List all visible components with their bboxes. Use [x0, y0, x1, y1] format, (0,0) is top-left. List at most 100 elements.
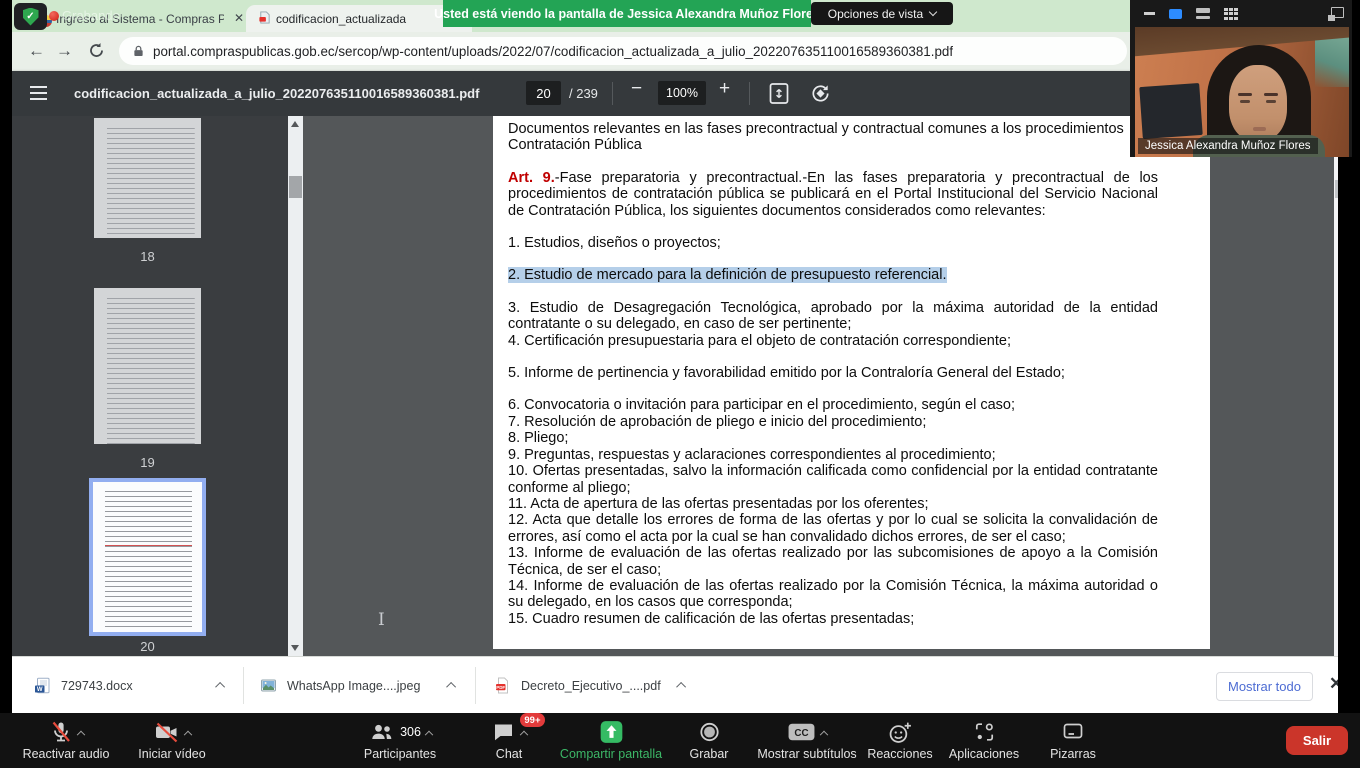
svg-text:PDF: PDF — [496, 685, 505, 690]
reactions-icon — [887, 720, 913, 745]
doc-item-4: 4. Certificación presupuestaria para el … — [508, 333, 1158, 349]
control-record[interactable]: Grabar — [676, 718, 742, 761]
pdf-filename: codificacion_actualizada_a_julio_2022076… — [74, 86, 504, 101]
captions-icon-row: CC — [787, 718, 827, 746]
thumbnail-page-19[interactable] — [94, 288, 201, 444]
apps-icon — [972, 720, 997, 744]
zoom-toolbar: Reactivar audio Iniciar vídeo 306 Participa… — [0, 713, 1360, 768]
control-audio[interactable]: Reactivar audio — [10, 718, 122, 761]
doc-item-15: 15. Cuadro resumen de calificación de la… — [508, 611, 1158, 627]
leave-meeting-button[interactable]: Salir — [1286, 726, 1348, 755]
control-label: Reactivar audio — [23, 747, 110, 761]
recording-dot-icon — [49, 11, 59, 21]
control-whiteboard[interactable]: Pizarras — [1032, 718, 1114, 761]
control-chat[interactable]: 99+Chat — [470, 718, 548, 761]
video-icon-row — [153, 718, 191, 746]
doc-item-7: 7. Resolución de aprobación de pliego e … — [508, 414, 1158, 430]
back-button[interactable]: ← — [28, 41, 45, 61]
active-view-icon[interactable] — [1169, 9, 1182, 19]
padlock-icon — [133, 44, 144, 58]
chevron-up-icon[interactable] — [446, 682, 456, 692]
video-window-controls — [1130, 0, 1352, 27]
chevron-down-icon — [929, 8, 937, 16]
zoom-level-input[interactable]: 100% — [658, 81, 706, 105]
participant-count: 306 — [400, 725, 421, 739]
fit-page-button[interactable] — [768, 82, 790, 105]
toolbar-divider — [612, 82, 613, 105]
control-video[interactable]: Iniciar vídeo — [124, 718, 220, 761]
share-icon-row — [598, 718, 625, 746]
view-options-button[interactable]: Opciones de vista — [811, 2, 953, 25]
show-all-downloads-button[interactable]: Mostrar todo — [1216, 672, 1313, 701]
rotate-button[interactable] — [809, 82, 832, 105]
chevron-up-icon[interactable] — [76, 731, 84, 739]
download-item-image[interactable]: WhatsApp Image....jpeg — [252, 670, 464, 701]
doc-item-14: 14. Informe de evaluación de las ofertas… — [508, 578, 1158, 611]
chevron-up-icon[interactable] — [820, 731, 828, 739]
control-apps[interactable]: Aplicaciones — [940, 718, 1028, 761]
chevron-up-icon[interactable] — [184, 731, 192, 739]
download-file-name: 729743.docx — [61, 679, 208, 693]
popout-view-icon[interactable] — [1331, 7, 1344, 18]
tab1-close-icon[interactable]: ✕ — [234, 11, 244, 25]
sidebar-scroll-thumb[interactable] — [289, 176, 302, 198]
control-participants[interactable]: 306 Participantes — [348, 718, 452, 761]
zoom-meeting-screen: Ingreso al Sistema - Compras Púb ✕ codif… — [0, 0, 1360, 768]
download-item-docx[interactable]: W729743.docx — [26, 670, 233, 701]
sidebar-scrollbar[interactable] — [288, 116, 303, 656]
control-reactions[interactable]: Reacciones — [860, 718, 940, 761]
reactions-icon-row — [887, 718, 913, 746]
url-text: portal.compraspublicas.gob.ec/sercop/wp-… — [153, 44, 953, 59]
menu-icon[interactable] — [30, 86, 47, 100]
pdf-viewer: 181920 Documentos relevantes en las fase… — [12, 116, 1349, 656]
control-label: Participantes — [364, 747, 436, 761]
control-label: Chat — [496, 747, 522, 761]
page-total: / 239 — [569, 86, 598, 101]
gallery-view-icon[interactable] — [1224, 8, 1238, 20]
download-file-name: Decreto_Ejecutivo_....pdf — [521, 679, 669, 693]
pdf-file-icon: PDF — [494, 677, 511, 694]
chevron-up-icon[interactable] — [676, 682, 686, 692]
share-screen-icon — [598, 719, 625, 745]
tab2-title: codificacion_actualizada — [276, 12, 456, 26]
minimize-video-icon[interactable] — [1144, 12, 1155, 15]
thumbnail-label: 18 — [94, 249, 201, 264]
address-bar[interactable]: portal.compraspublicas.gob.ec/sercop/wp-… — [119, 37, 1127, 65]
zoom-security-badge: ✓ — [14, 3, 47, 30]
tab2-pdf-favicon-icon — [258, 11, 271, 24]
image-file-icon — [260, 677, 277, 694]
stacked-view-icon[interactable] — [1196, 8, 1210, 19]
page-number-input[interactable]: 20 — [526, 81, 561, 105]
download-item-pdf[interactable]: PDF Decreto_Ejecutivo_....pdf — [486, 670, 694, 701]
reload-button[interactable] — [88, 42, 105, 59]
scroll-down-icon[interactable] — [291, 645, 299, 651]
forward-button[interactable]: → — [56, 41, 73, 61]
article-body: -Fase preparatoria y precontractual.-En … — [508, 170, 1158, 219]
doc-item-8: 8. Pliego; — [508, 430, 1158, 446]
scroll-up-icon[interactable] — [291, 121, 299, 127]
zoom-out-button[interactable]: − — [631, 78, 642, 100]
chevron-up-icon[interactable] — [520, 731, 528, 739]
thumbnail-page-18[interactable] — [94, 118, 201, 238]
chevron-up-icon[interactable] — [425, 731, 433, 739]
doc-item-5: 5. Informe de pertinencia y favorabilida… — [508, 365, 1158, 381]
thumbnail-label: 19 — [94, 455, 201, 470]
recording-label: Grabando — [62, 8, 120, 23]
doc-item-12: 12. Acta que detalle los errores de form… — [508, 512, 1158, 545]
control-label: Aplicaciones — [949, 747, 1019, 761]
article-number: Art. 9. — [508, 170, 555, 186]
control-label: Compartir pantalla — [560, 747, 662, 761]
control-share[interactable]: Compartir pantalla — [550, 718, 672, 761]
text-cursor: I — [378, 610, 385, 630]
tv-screen — [1139, 83, 1202, 139]
doc-item-2: 2. Estudio de mercado para la definición… — [508, 267, 1158, 283]
doc-item-9: 9. Preguntas, respuestas y aclaraciones … — [508, 447, 1158, 463]
doc-item-6: 6. Convocatoria o invitación para partic… — [508, 397, 1158, 413]
control-captions[interactable]: CCMostrar subtítulos — [744, 718, 870, 761]
thumbnail-page-20[interactable] — [89, 478, 206, 636]
chevron-up-icon[interactable] — [215, 682, 225, 692]
chat-icon-row: 99+ — [491, 718, 527, 746]
zoom-in-button[interactable]: + — [719, 78, 730, 100]
camera-muted-icon — [153, 720, 180, 744]
doc-item-11: 11. Acta de apertura de las ofertas pres… — [508, 496, 1158, 512]
